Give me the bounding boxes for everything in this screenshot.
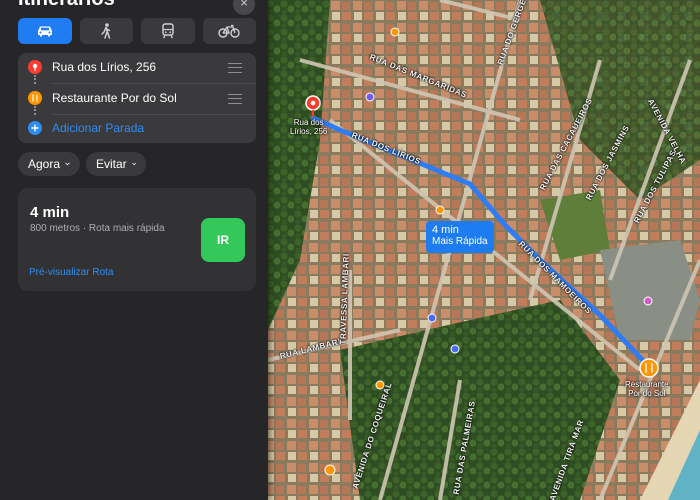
add-stop-label: Adicionar Parada xyxy=(52,121,145,135)
destination-restaurant-icon xyxy=(639,358,659,378)
chevron-down-icon xyxy=(131,162,136,166)
mode-bike-button[interactable] xyxy=(202,18,256,44)
plus-icon xyxy=(28,121,42,135)
panel-title: Itinerários xyxy=(18,0,115,11)
transport-mode-bar xyxy=(18,18,256,44)
close-button[interactable]: × xyxy=(233,0,255,15)
stop-destination[interactable]: Restaurante Por do Sol xyxy=(18,84,256,112)
chevron-down-icon xyxy=(65,162,70,166)
drag-handle-icon[interactable] xyxy=(228,94,242,104)
preview-route-link[interactable]: Pré-visualizar Rota xyxy=(29,267,113,278)
stop-destination-label: Restaurante Por do Sol xyxy=(52,91,177,105)
bicycle-icon xyxy=(218,24,240,38)
route-callout-time: 4 min xyxy=(432,224,459,236)
route-callout[interactable]: 4 min Mais Rápida xyxy=(426,221,494,253)
directions-panel: Itinerários × xyxy=(0,0,268,500)
stop-origin[interactable]: Rua dos Lírios, 256 xyxy=(18,53,256,81)
mode-car-button[interactable] xyxy=(18,18,72,44)
route-callout-label: Mais Rápida xyxy=(432,236,488,247)
route-time: 4 min xyxy=(30,204,70,221)
car-icon xyxy=(37,26,52,37)
pin-icon xyxy=(28,60,42,74)
route-details: 800 metros · Rota mais rápida xyxy=(30,223,165,234)
origin-label: Rua dos Lírios, 256 xyxy=(290,118,328,136)
departure-time-dropdown[interactable]: Agora xyxy=(18,152,80,176)
route-stops-list: Rua dos Lírios, 256 Restaurante Por do S… xyxy=(18,53,256,143)
departure-label: Agora xyxy=(28,157,61,171)
transit-icon xyxy=(162,23,174,39)
add-stop-button[interactable]: Adicionar Parada xyxy=(18,114,256,142)
mode-transit-button[interactable] xyxy=(141,18,195,44)
route-option-card[interactable]: 4 min 800 metros · Rota mais rápida IR P… xyxy=(18,188,256,291)
dotted-connector xyxy=(34,75,38,84)
destination-label: Restaurante Por do Sol xyxy=(625,380,669,398)
mode-walk-button[interactable] xyxy=(79,18,133,44)
stop-origin-label: Rua dos Lírios, 256 xyxy=(52,60,157,74)
avoid-label: Evitar xyxy=(96,157,127,171)
drag-handle-icon[interactable] xyxy=(228,63,242,73)
go-button[interactable]: IR xyxy=(201,218,245,262)
fork-knife-icon xyxy=(28,91,42,105)
avoid-dropdown[interactable]: Evitar xyxy=(86,152,146,176)
walking-icon xyxy=(101,23,111,39)
